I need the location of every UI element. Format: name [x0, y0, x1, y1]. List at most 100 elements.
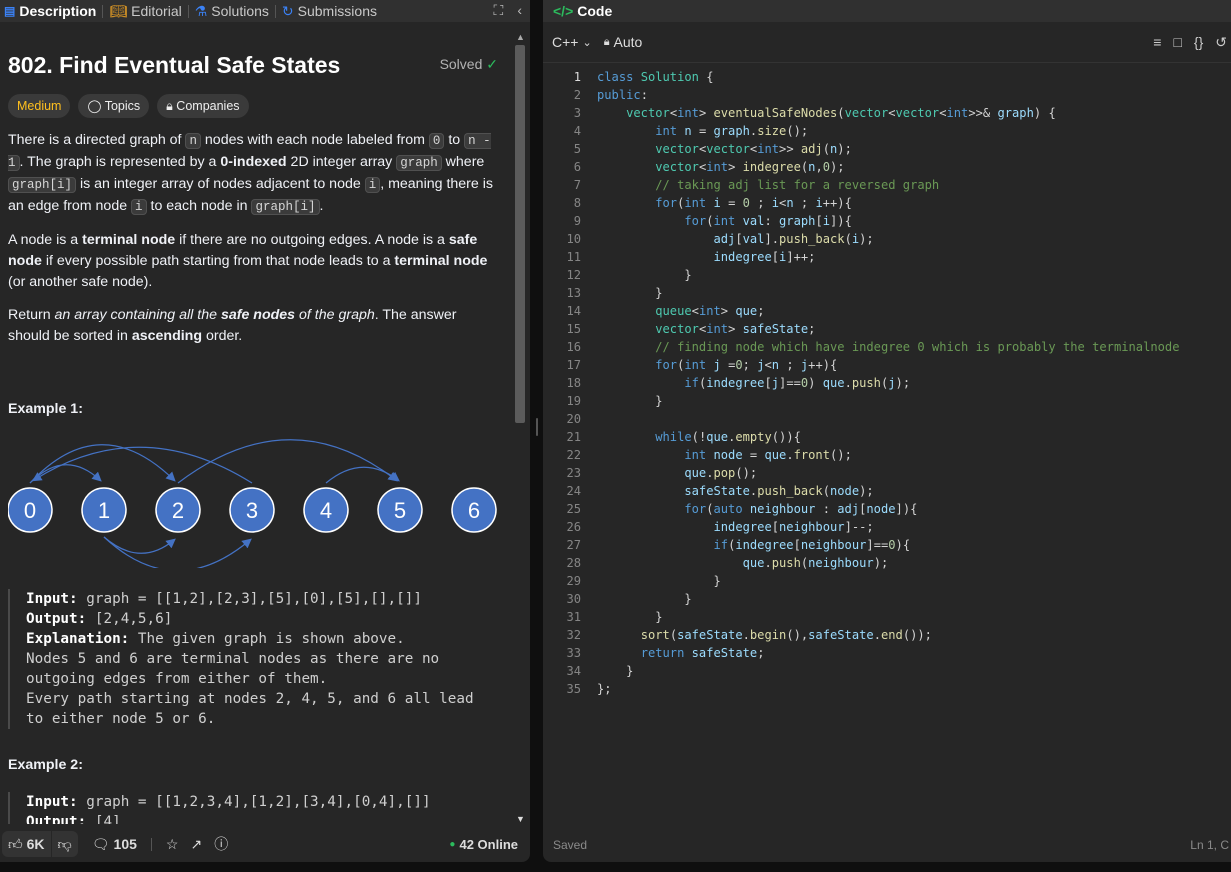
reset-icon[interactable]: ↺ — [1215, 34, 1227, 51]
tab-description[interactable]: ▤ Description — [0, 3, 100, 19]
code-line[interactable]: 16 // finding node which have indegree 0… — [543, 338, 1231, 356]
line-number: 11 — [566, 250, 581, 264]
description-paragraph-2: A node is a terminal node if there are n… — [8, 232, 488, 290]
scroll-up-icon[interactable]: ▲ — [516, 32, 525, 42]
tab-solutions[interactable]: ⚗ Solutions — [191, 3, 273, 20]
code-line[interactable]: 29 } — [543, 572, 1231, 590]
code-line[interactable]: 9 for(int val: graph[i]){ — [543, 212, 1231, 230]
code-line[interactable]: 11 indegree[i]++; — [543, 248, 1231, 266]
code-editor[interactable]: 1 class Solution { 2 public: 3 vector<int> e… — [543, 68, 1231, 822]
thumbs-down-icon: 👎︎ — [57, 835, 72, 852]
fullscreen-icon[interactable]: ⛶ — [494, 2, 504, 19]
edge-1-2 — [103, 536, 176, 554]
solved-status: Solved ✓ — [440, 54, 498, 75]
code-line[interactable]: 5 vector<vector<int>> adj(n); — [543, 140, 1231, 158]
collapse-chevron-icon[interactable]: ‹ — [517, 2, 522, 19]
code-line-text: public: — [597, 88, 648, 102]
code-line[interactable]: 28 que.push(neighbour); — [543, 554, 1231, 572]
line-number: 13 — [566, 286, 581, 300]
difficulty-badge[interactable]: Medium — [8, 94, 71, 118]
graph-node-label: 6 — [468, 498, 480, 523]
code-line[interactable]: 25 for(auto neighbour : adj[node]){ — [543, 500, 1231, 518]
line-number: 30 — [566, 592, 581, 606]
code-line[interactable]: 1 class Solution { — [543, 68, 1231, 86]
thumbs-up-icon: 👍︎ — [8, 835, 23, 852]
line-number: 26 — [566, 520, 581, 534]
format-icon[interactable]: ≡ — [1153, 34, 1161, 51]
star-icon: ☆ — [165, 835, 179, 852]
code-line[interactable]: 2 public: — [543, 86, 1231, 104]
favorite-button[interactable]: ☆ — [160, 836, 185, 853]
topics-badge[interactable]: ◯ Topics — [78, 94, 150, 118]
code-line[interactable]: 31 } — [543, 608, 1231, 626]
line-number: 21 — [566, 430, 581, 444]
line-number: 2 — [573, 88, 581, 102]
description-scrollbar[interactable]: ▲ ▼ — [514, 32, 528, 824]
code-line[interactable]: 34 } — [543, 662, 1231, 680]
line-number: 31 — [566, 610, 581, 624]
code-line[interactable]: 19 } — [543, 392, 1231, 410]
code-line[interactable]: 30 } — [543, 590, 1231, 608]
code-line[interactable]: 23 que.pop(); — [543, 464, 1231, 482]
scrollbar-thumb[interactable] — [515, 45, 525, 423]
like-button[interactable]: 👍︎ 6K — [2, 831, 51, 857]
language-select[interactable]: C++ ⌄ — [543, 34, 598, 50]
code-line[interactable]: 32 sort(safeState.begin(),safeState.end(… — [543, 626, 1231, 644]
code-line[interactable]: 7 // taking adj list for a reversed grap… — [543, 176, 1231, 194]
code-line[interactable]: 12 } — [543, 266, 1231, 284]
tab-code[interactable]: </> Code — [543, 3, 616, 19]
online-count: 42 Online — [459, 836, 518, 852]
code-line-text: } — [713, 574, 721, 588]
code-line-text: for(int i = 0 ; i<n ; i++){ — [655, 196, 852, 210]
code-line[interactable]: 6 vector<int> indegree(n,0); — [543, 158, 1231, 176]
code-line[interactable]: 10 adj[val].push_back(i); — [543, 230, 1231, 248]
code-line[interactable]: 8 for(int i = 0 ; i<n ; i++){ — [543, 194, 1231, 212]
code-line-text: sort(safeState.begin(),safeState.end()); — [640, 628, 932, 642]
code-line-text: int n = graph.size(); — [655, 124, 809, 138]
line-number: 27 — [566, 538, 581, 552]
code-line-text: } — [626, 664, 634, 678]
description-icon: ▤ — [4, 4, 16, 18]
help-button[interactable]: ⓘ — [208, 834, 234, 854]
bookmark-icon[interactable]: □ — [1173, 34, 1181, 51]
comments-button[interactable]: 🗨︎ 105 — [86, 836, 143, 853]
code-line[interactable]: 24 safeState.push_back(node); — [543, 482, 1231, 500]
braces-icon[interactable]: {} — [1194, 34, 1203, 51]
auto-mode-toggle[interactable]: 🔒︎ Auto — [598, 34, 649, 50]
line-number: 16 — [566, 340, 581, 354]
tab-submissions-label: Submissions — [297, 3, 377, 19]
dislike-button[interactable]: 👎︎ — [51, 831, 78, 857]
code-line[interactable]: 3 vector<int> eventualSafeNodes(vector<v… — [543, 104, 1231, 122]
tab-submissions[interactable]: ↻ Submissions — [278, 3, 381, 20]
scroll-down-icon[interactable]: ▼ — [516, 814, 525, 824]
share-button[interactable]: ↗ — [184, 836, 208, 853]
like-count: 6K — [26, 836, 45, 852]
line-number: 33 — [566, 646, 581, 660]
line-number: 32 — [566, 628, 581, 642]
code-line[interactable]: 4 int n = graph.size(); — [543, 122, 1231, 140]
tab-editorial[interactable]: 📖︎ Editorial — [105, 3, 185, 20]
code-line[interactable]: 22 int node = que.front(); — [543, 446, 1231, 464]
code-line[interactable]: 13 } — [543, 284, 1231, 302]
companies-badge[interactable]: 🔒︎ Companies — [157, 94, 249, 118]
code-line[interactable]: 27 if(indegree[neighbour]==0){ — [543, 536, 1231, 554]
code-line[interactable]: 20 — [543, 410, 1231, 428]
code-line[interactable]: 33 return safeState; — [543, 644, 1231, 662]
code-line-text: for(int j =0; j<n ; j++){ — [655, 358, 838, 372]
left-tab-bar: ▤ Description 📖︎ Editorial ⚗ Solutions ↻… — [0, 0, 530, 22]
code-line[interactable]: 26 indegree[neighbour]--; — [543, 518, 1231, 536]
code-line[interactable]: 35}; — [543, 680, 1231, 698]
external-link-icon: ↗ — [190, 835, 203, 852]
code-line[interactable]: 21 while(!que.empty()){ — [543, 428, 1231, 446]
code-icon: </> — [553, 3, 574, 19]
code-line[interactable]: 18 if(indegree[j]==0) que.push(j); — [543, 374, 1231, 392]
panel-resize-handle[interactable] — [536, 418, 538, 436]
book-icon: 📖︎ — [109, 2, 128, 19]
code-panel: </> Code C++ ⌄ 🔒︎ Auto ≡ □ {} ↺ 1 class S… — [543, 0, 1231, 862]
code-line[interactable]: 15 vector<int> safeState; — [543, 320, 1231, 338]
history-icon: ↻ — [281, 2, 294, 19]
code-line-text: if(indegree[neighbour]==0){ — [713, 538, 911, 552]
code-line[interactable]: 17 for(int j =0; j<n ; j++){ — [543, 356, 1231, 374]
code-line[interactable]: 14 queue<int> que; — [543, 302, 1231, 320]
line-number: 22 — [566, 448, 581, 462]
